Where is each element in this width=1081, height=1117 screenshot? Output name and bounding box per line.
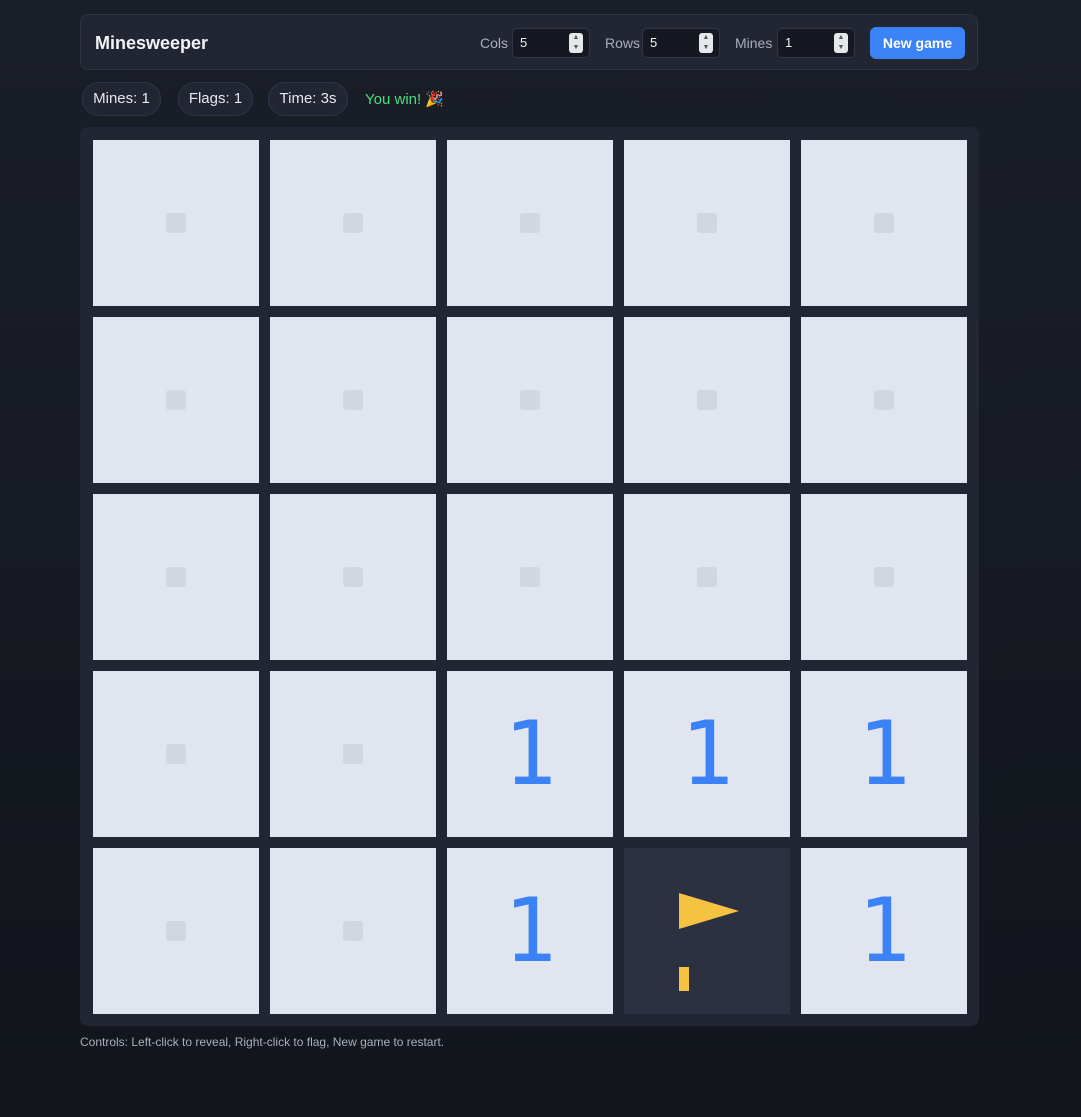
rows-value: 5	[650, 35, 658, 50]
cell-revealed-empty[interactable]	[624, 494, 790, 660]
rows-stepper-icon[interactable]: ▲ ▼	[699, 33, 713, 53]
empty-dot-icon	[874, 213, 894, 233]
mines-stepper-icon[interactable]: ▲ ▼	[834, 33, 848, 53]
cell-revealed-empty[interactable]	[93, 317, 259, 483]
cell-number[interactable]: 1	[447, 848, 613, 1014]
empty-dot-icon	[166, 744, 186, 764]
cell-revealed-empty[interactable]	[801, 317, 967, 483]
mines-input[interactable]: 1 ▲ ▼	[777, 28, 855, 58]
game-board: 1 1 1 1 1	[80, 127, 979, 1026]
timer: Time: 3s	[268, 82, 348, 116]
empty-dot-icon	[343, 213, 363, 233]
cell-number[interactable]: 1	[624, 671, 790, 837]
cell-revealed-empty[interactable]	[270, 671, 436, 837]
cell-revealed-empty[interactable]	[270, 848, 436, 1014]
cols-input[interactable]: 5 ▲ ▼	[512, 28, 590, 58]
cell-revealed-empty[interactable]	[801, 494, 967, 660]
empty-dot-icon	[166, 921, 186, 941]
cell-revealed-empty[interactable]	[93, 494, 259, 660]
cell-revealed-empty[interactable]	[93, 848, 259, 1014]
cell-revealed-empty[interactable]	[801, 140, 967, 306]
empty-dot-icon	[520, 567, 540, 587]
cols-value: 5	[520, 35, 528, 50]
cols-label: Cols	[480, 35, 509, 51]
empty-dot-icon	[874, 390, 894, 410]
cell-number-label: 1	[680, 702, 734, 805]
cell-revealed-empty[interactable]	[270, 140, 436, 306]
mines-counter: Mines: 1	[82, 82, 161, 116]
empty-dot-icon	[697, 390, 717, 410]
empty-dot-icon	[343, 744, 363, 764]
cell-number-label: 1	[503, 879, 557, 982]
app-title: Minesweeper	[95, 33, 209, 53]
empty-dot-icon	[166, 213, 186, 233]
cell-revealed-empty[interactable]	[270, 494, 436, 660]
empty-dot-icon	[343, 567, 363, 587]
empty-dot-icon	[697, 567, 717, 587]
empty-dot-icon	[520, 390, 540, 410]
cell-number-label: 1	[857, 702, 911, 805]
cell-revealed-empty[interactable]	[624, 140, 790, 306]
cell-revealed-empty[interactable]	[93, 140, 259, 306]
empty-dot-icon	[697, 213, 717, 233]
empty-dot-icon	[520, 213, 540, 233]
cell-number-label: 1	[857, 879, 911, 982]
party-popper-icon: 🎉	[425, 91, 445, 108]
cell-revealed-empty[interactable]	[447, 494, 613, 660]
cell-revealed-empty[interactable]	[270, 317, 436, 483]
controls-hint: Controls: Left-click to reveal, Right-cl…	[80, 1035, 445, 1049]
empty-dot-icon	[343, 921, 363, 941]
cell-flagged[interactable]	[624, 848, 790, 1014]
new-game-button[interactable]: New game	[870, 27, 965, 59]
flags-counter: Flags: 1	[178, 82, 253, 116]
toolbar: Minesweeper Cols 5 ▲ ▼ Rows 5 ▲ ▼ Mines 1 …	[80, 14, 978, 70]
mines-value: 1	[785, 35, 793, 50]
empty-dot-icon	[874, 567, 894, 587]
rows-label: Rows	[605, 35, 641, 51]
mines-label: Mines	[735, 35, 773, 51]
cell-number[interactable]: 1	[447, 671, 613, 837]
cell-number[interactable]: 1	[801, 671, 967, 837]
cell-revealed-empty[interactable]	[624, 317, 790, 483]
cell-revealed-empty[interactable]	[447, 317, 613, 483]
cell-number[interactable]: 1	[801, 848, 967, 1014]
empty-dot-icon	[166, 567, 186, 587]
cell-number-label: 1	[503, 702, 557, 805]
status-text: You win!	[365, 91, 422, 108]
game-status: You win! 🎉	[365, 82, 444, 118]
cell-revealed-empty[interactable]	[447, 140, 613, 306]
empty-dot-icon	[343, 390, 363, 410]
flag-icon	[679, 893, 739, 991]
empty-dot-icon	[166, 390, 186, 410]
cols-stepper-icon[interactable]: ▲ ▼	[569, 33, 583, 53]
cell-revealed-empty[interactable]	[93, 671, 259, 837]
rows-input[interactable]: 5 ▲ ▼	[642, 28, 720, 58]
